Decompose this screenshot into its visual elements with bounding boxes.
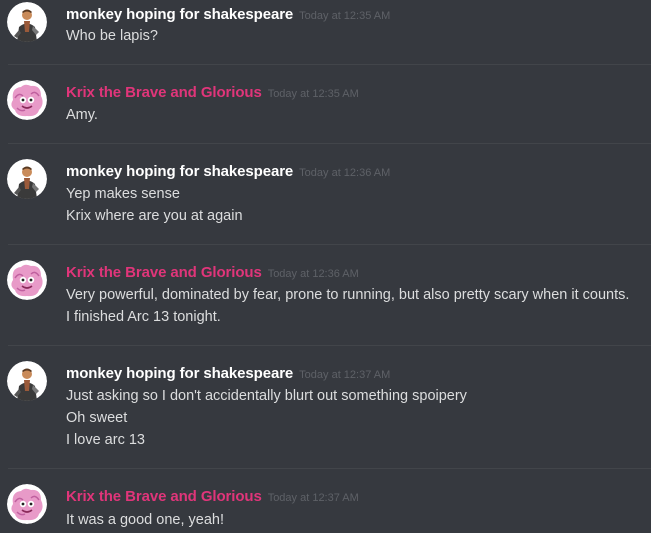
username[interactable]: Krix the Brave and Glorious (66, 488, 262, 505)
timestamp[interactable]: Today at 12:35 AM (299, 10, 390, 22)
monkey-avatar-icon[interactable] (7, 159, 47, 199)
message-group: Krix the Brave and Glorious Today at 12:3… (0, 469, 651, 533)
message-text: Amy. (66, 107, 98, 123)
monkey-avatar-icon[interactable] (7, 2, 47, 42)
message-group: Krix the Brave and Glorious Today at 12:3… (0, 65, 651, 143)
timestamp[interactable]: Today at 12:36 AM (268, 268, 359, 280)
message-text: Oh sweet (66, 410, 128, 426)
message-group: monkey hoping for shakespeare Today at 12… (0, 0, 651, 64)
message-text: I love arc 13 (66, 432, 145, 448)
message-text: I finished Arc 13 tonight. (66, 309, 221, 325)
message-group: monkey hoping for shakespeare Today at 12… (0, 346, 651, 468)
username[interactable]: monkey hoping for shakespeare (66, 163, 293, 180)
username[interactable]: monkey hoping for shakespeare (66, 6, 293, 23)
chat-messages: monkey hoping for shakespeare Today at 12… (0, 0, 651, 533)
message-text: It was a good one, yeah! (66, 512, 224, 528)
timestamp[interactable]: Today at 12:36 AM (299, 167, 390, 179)
pink-creature-avatar-icon[interactable] (7, 484, 47, 524)
timestamp[interactable]: Today at 12:35 AM (268, 88, 359, 100)
message-text: Just asking so I don't accidentally blur… (66, 388, 467, 404)
username[interactable]: Krix the Brave and Glorious (66, 84, 262, 101)
message-group: monkey hoping for shakespeare Today at 12… (0, 144, 651, 244)
username[interactable]: monkey hoping for shakespeare (66, 365, 293, 382)
username[interactable]: Krix the Brave and Glorious (66, 264, 262, 281)
pink-creature-avatar-icon[interactable] (7, 260, 47, 300)
timestamp[interactable]: Today at 12:37 AM (268, 492, 359, 504)
message-text: Who be lapis? (66, 28, 158, 44)
monkey-avatar-icon[interactable] (7, 361, 47, 401)
message-text: Krix where are you at again (66, 208, 243, 224)
timestamp[interactable]: Today at 12:37 AM (299, 369, 390, 381)
message-text: Very powerful, dominated by fear, prone … (66, 287, 630, 303)
message-text: Yep makes sense (66, 186, 180, 202)
pink-creature-avatar-icon[interactable] (7, 80, 47, 120)
message-group: Krix the Brave and Glorious Today at 12:3… (0, 245, 651, 345)
